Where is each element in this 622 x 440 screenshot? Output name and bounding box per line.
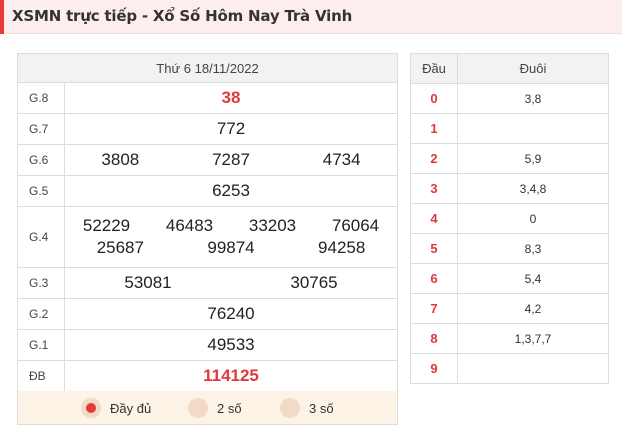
tail-column-header: Đuôi	[457, 53, 609, 84]
prize-row-g5: G.5 6253	[17, 175, 398, 207]
prize-label: G.8	[17, 82, 65, 114]
lotto-head: 4	[410, 203, 458, 234]
prize-number: 53081	[124, 273, 172, 292]
head-column-header: Đầu	[410, 53, 458, 84]
lotto-head: 3	[410, 173, 458, 204]
header-accent-bar	[0, 0, 4, 34]
lotto-tail: 5,9	[457, 143, 609, 174]
lotto-tail: 8,3	[457, 233, 609, 264]
prize-label: G.1	[17, 329, 65, 361]
lotto-row: 9	[410, 353, 609, 384]
lotto-head: 5	[410, 233, 458, 264]
prize-number: 38	[221, 88, 241, 107]
option-three-label: 3 số	[309, 400, 334, 416]
prize-row-g4: G.4 52229 46483 33203 76064 25687 99874 …	[17, 206, 398, 268]
lotto-row: 7 4,2	[410, 293, 609, 324]
prize-label: G.5	[17, 175, 65, 207]
lotto-head: 8	[410, 323, 458, 354]
lotto-tail: 5,4	[457, 263, 609, 294]
prize-row-g8: G.8 38	[17, 82, 398, 114]
prize-label: G.6	[17, 144, 65, 176]
prize-row-g6: G.6 3808 7287 4734	[17, 144, 398, 176]
prize-label: ĐB	[17, 360, 65, 392]
prize-number: 25687	[96, 238, 144, 257]
option-three-digits[interactable]: 3 số	[280, 398, 334, 418]
lotto-row: 6 5,4	[410, 263, 609, 294]
page-header: XSMN trực tiếp - Xổ Số Hôm Nay Trà Vinh	[0, 0, 622, 34]
prize-number: 52229	[82, 216, 131, 235]
prize-number: 772	[216, 119, 246, 138]
draw-date: Thứ 6 18/11/2022	[17, 53, 398, 83]
lotto-head: 0	[410, 83, 458, 114]
prize-number: 46483	[165, 216, 214, 235]
lotto-tail: 4,2	[457, 293, 609, 324]
lotto-head: 2	[410, 143, 458, 174]
lotto-row: 1	[410, 113, 609, 144]
prize-row-g3: G.3 53081 30765	[17, 267, 398, 299]
option-full[interactable]: Đầy đủ	[81, 398, 151, 418]
prize-number: 76240	[207, 304, 255, 323]
option-full-label: Đầy đủ	[110, 400, 152, 416]
lotto-row: 5 8,3	[410, 233, 609, 264]
prize-number: 49533	[207, 335, 255, 354]
prize-label: G.4	[17, 206, 65, 268]
prize-label: G.3	[17, 267, 65, 299]
prize-row-special: ĐB 114125	[17, 360, 398, 392]
lotto-head-tail-table: Đầu Đuôi 0 3,8 1 2 5,9 3 3,4,8 40 5 8,3 6 5,4…	[410, 53, 609, 384]
lotto-tail: 3,8	[457, 83, 609, 114]
prize-number: 4734	[322, 150, 361, 169]
prize-number: 6253	[212, 181, 250, 200]
lotto-head: 7	[410, 293, 458, 324]
prize-row-g7: G.7 772	[17, 113, 398, 145]
radio-selected-icon[interactable]	[81, 398, 101, 418]
lotto-row: 2 5,9	[410, 143, 609, 174]
prize-number: 76064	[331, 216, 380, 235]
lotto-row: 0 3,8	[410, 83, 609, 114]
option-two-label: 2 số	[217, 400, 242, 416]
special-prize-number: 114125	[203, 366, 259, 385]
prize-number: 3808	[101, 150, 140, 169]
prize-label: G.2	[17, 298, 65, 330]
lotto-tail	[457, 113, 609, 144]
prize-number: 99874	[207, 238, 255, 257]
lotto-tail	[457, 353, 609, 384]
lotto-head: 9	[410, 353, 458, 384]
prize-number: 94258	[318, 238, 366, 257]
lotto-tail: 3,4,8	[457, 173, 609, 204]
lotto-row: 40	[410, 203, 609, 234]
prize-row-g2: G.2 76240	[17, 298, 398, 330]
lotto-tail: 1,3,7,7	[457, 323, 609, 354]
lotto-row: 3 3,4,8	[410, 173, 609, 204]
display-options: Đầy đủ 2 số 3 số	[17, 391, 398, 425]
prize-number: 33203	[248, 216, 297, 235]
results-table: Thứ 6 18/11/2022 G.8 38 G.7 772 G.6 3808…	[17, 53, 398, 392]
lotto-head: 1	[410, 113, 458, 144]
radio-icon[interactable]	[280, 398, 300, 418]
prize-number: 30765	[290, 273, 338, 292]
prize-label: G.7	[17, 113, 65, 145]
radio-icon[interactable]	[188, 398, 208, 418]
prize-number: 7287	[212, 150, 250, 169]
lotto-head: 6	[410, 263, 458, 294]
option-two-digits[interactable]: 2 số	[188, 398, 242, 418]
page-title: XSMN trực tiếp - Xổ Số Hôm Nay Trà Vinh	[12, 7, 353, 25]
lotto-row: 8 1,3,7,7	[410, 323, 609, 354]
prize-row-g1: G.1 49533	[17, 329, 398, 361]
lotto-tail: 0	[457, 203, 609, 234]
